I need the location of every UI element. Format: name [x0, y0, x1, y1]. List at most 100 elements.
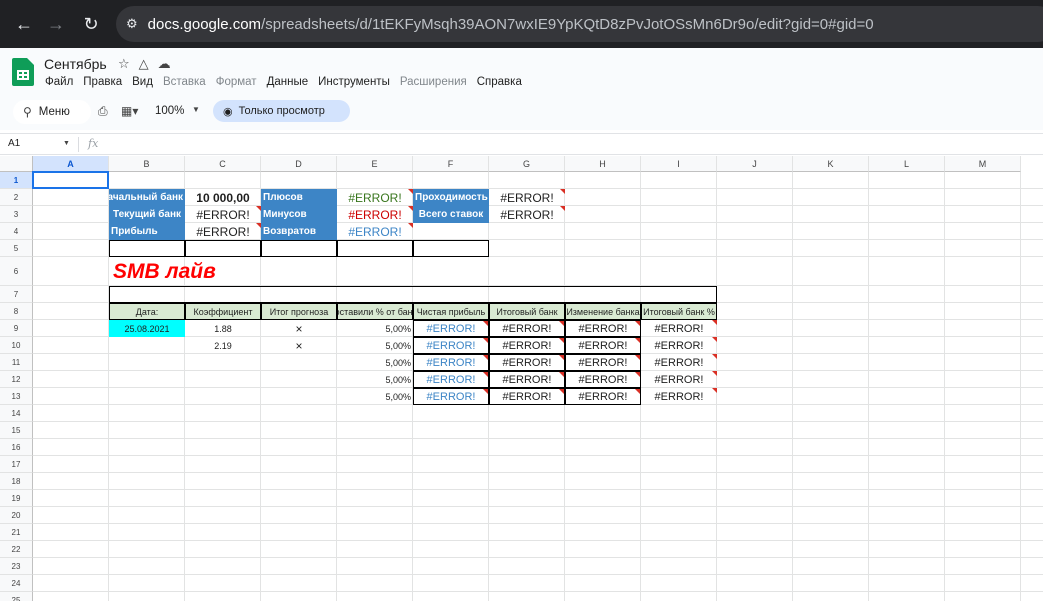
cell-total-bank[interactable]: #ERROR!	[489, 337, 565, 354]
cell-bank-change[interactable]: #ERROR!	[565, 320, 641, 337]
column-header-g[interactable]: G	[489, 156, 565, 172]
cell-returns-label[interactable]: Возвратов	[261, 223, 337, 240]
selected-cell-a1[interactable]	[32, 171, 109, 189]
cell-net-profit[interactable]: #ERROR!	[413, 354, 489, 371]
cell-bank-change[interactable]: #ERROR!	[565, 371, 641, 388]
cell-stake-percent[interactable]: 5,00%	[337, 388, 413, 405]
cell-stake-percent[interactable]: 5,00%	[337, 320, 413, 337]
move-to-drive-icon[interactable]: △	[139, 56, 149, 72]
table-header-cell[interactable]: Поставили % от банка	[337, 303, 413, 320]
search-menus-button[interactable]: ⚲ Меню	[13, 100, 91, 124]
cell-total-bank-percent[interactable]: #ERROR!	[641, 337, 717, 354]
cell-net-profit[interactable]: #ERROR!	[413, 388, 489, 405]
row-header-10[interactable]: 10	[0, 337, 33, 354]
cell-empty-bordered[interactable]	[413, 240, 489, 257]
cell-current-bank-label[interactable]: Текущий банк	[109, 206, 185, 223]
cell-total-bank[interactable]: #ERROR!	[489, 388, 565, 405]
select-all-corner[interactable]	[0, 156, 33, 172]
cell-pass-label[interactable]: Проходимость	[413, 189, 489, 206]
row-header-2[interactable]: 2	[0, 189, 33, 206]
row-header-6[interactable]: 6	[0, 257, 33, 286]
column-header-j[interactable]: J	[717, 156, 793, 172]
cell-profit-label[interactable]: Прибыль	[109, 223, 185, 240]
column-header-i[interactable]: I	[641, 156, 717, 172]
view-only-button[interactable]: ◉ Только просмотр	[213, 100, 350, 122]
cell-total-bank-percent[interactable]: #ERROR!	[641, 320, 717, 337]
cell-total-bank-percent[interactable]: #ERROR!	[641, 354, 717, 371]
cell-total-bank[interactable]: #ERROR!	[489, 371, 565, 388]
cell-start-bank-label[interactable]: Начальный банк	[109, 189, 185, 206]
cell-stake-percent[interactable]: 5,00%	[337, 337, 413, 354]
row-header-19[interactable]: 19	[0, 490, 33, 507]
table-header-cell[interactable]: Коэффициент	[185, 303, 261, 320]
cell-coefficient[interactable]: 1.88	[185, 320, 261, 337]
chevron-down-icon[interactable]: ▼	[192, 105, 200, 114]
cloud-status-icon[interactable]: ☁	[158, 56, 171, 72]
column-header-m[interactable]: M	[945, 156, 1021, 172]
star-icon[interactable]: ☆	[118, 56, 130, 72]
row-header-25[interactable]: 25	[0, 592, 33, 601]
cell-minus-value[interactable]: #ERROR!	[337, 206, 413, 223]
document-title[interactable]: Сентябрь	[44, 56, 107, 72]
cell-net-profit[interactable]: #ERROR!	[413, 371, 489, 388]
row-header-5[interactable]: 5	[0, 240, 33, 257]
menu-edit[interactable]: Правка	[83, 76, 122, 88]
column-header-l[interactable]: L	[869, 156, 945, 172]
cell-bank-change[interactable]: #ERROR!	[565, 337, 641, 354]
cell-empty-bordered[interactable]	[109, 286, 717, 303]
cell-empty-bordered[interactable]	[185, 240, 261, 257]
cell-total-bank[interactable]: #ERROR!	[489, 354, 565, 371]
cell-empty-bordered[interactable]	[337, 240, 413, 257]
row-header-4[interactable]: 4	[0, 223, 33, 240]
column-header-b[interactable]: B	[109, 156, 185, 172]
cell-net-profit[interactable]: #ERROR!	[413, 337, 489, 354]
cell-total-bets-label[interactable]: Всего ставок	[413, 206, 489, 223]
menu-extensions[interactable]: Расширения	[400, 76, 467, 88]
reload-icon[interactable]: ↻	[73, 6, 109, 42]
cell-profit-value[interactable]: #ERROR!	[185, 223, 261, 240]
row-header-13[interactable]: 13	[0, 388, 33, 405]
cell-minus-label[interactable]: Минусов	[261, 206, 337, 223]
row-header-1[interactable]: 1	[0, 172, 33, 189]
cell-empty-bordered[interactable]	[109, 240, 185, 257]
row-header-9[interactable]: 9	[0, 320, 33, 337]
column-header-a[interactable]: A	[33, 156, 109, 172]
table-header-cell[interactable]: Чистая прибыль	[413, 303, 489, 320]
cell-result[interactable]: ×	[261, 320, 337, 337]
cell-net-profit[interactable]: #ERROR!	[413, 320, 489, 337]
column-header-h[interactable]: H	[565, 156, 641, 172]
cell-pass-value[interactable]: #ERROR!	[489, 189, 565, 206]
row-header-17[interactable]: 17	[0, 456, 33, 473]
address-bar[interactable]: ⚙ docs.google.com/spreadsheets/d/1tEKFyM…	[116, 6, 1043, 42]
cell-bank-change[interactable]: #ERROR!	[565, 354, 641, 371]
site-settings-icon[interactable]: ⚙	[126, 16, 138, 32]
table-header-cell[interactable]: Итоговый банк %	[641, 303, 717, 320]
row-header-15[interactable]: 15	[0, 422, 33, 439]
row-header-3[interactable]: 3	[0, 206, 33, 223]
cell-result[interactable]: ×	[261, 337, 337, 354]
column-header-k[interactable]: K	[793, 156, 869, 172]
row-header-21[interactable]: 21	[0, 524, 33, 541]
cell-stake-percent[interactable]: 5,00%	[337, 354, 413, 371]
cell-stake-percent[interactable]: 5,00%	[337, 371, 413, 388]
cell-total-bank[interactable]: #ERROR!	[489, 320, 565, 337]
column-header-c[interactable]: C	[185, 156, 261, 172]
row-header-23[interactable]: 23	[0, 558, 33, 575]
cell-plus-label[interactable]: Плюсов	[261, 189, 337, 206]
zoom-select[interactable]: 100%	[155, 105, 184, 117]
view-mode-icon[interactable]: ▦▾	[121, 104, 138, 118]
row-header-7[interactable]: 7	[0, 286, 33, 303]
spreadsheet-grid[interactable]: A B C D E F G H I J K L M 1 2 3 4 5 6 7 8 9 10 11 12 13 14 15 16 17 18…	[0, 156, 1043, 601]
cell-total-bets-value[interactable]: #ERROR!	[489, 206, 565, 223]
row-header-22[interactable]: 22	[0, 541, 33, 558]
menu-help[interactable]: Справка	[477, 76, 522, 88]
name-box[interactable]: A1	[8, 138, 20, 149]
table-header-cell[interactable]: Изменение банка	[565, 303, 641, 320]
cell-date[interactable]: 25.08.2021	[109, 320, 185, 337]
cell-total-bank-percent[interactable]: #ERROR!	[641, 371, 717, 388]
section-title-cell[interactable]: SMB лайв	[109, 257, 337, 286]
menu-insert[interactable]: Вставка	[163, 76, 206, 88]
row-header-16[interactable]: 16	[0, 439, 33, 456]
cell-plus-value[interactable]: #ERROR!	[337, 189, 413, 206]
column-header-d[interactable]: D	[261, 156, 337, 172]
